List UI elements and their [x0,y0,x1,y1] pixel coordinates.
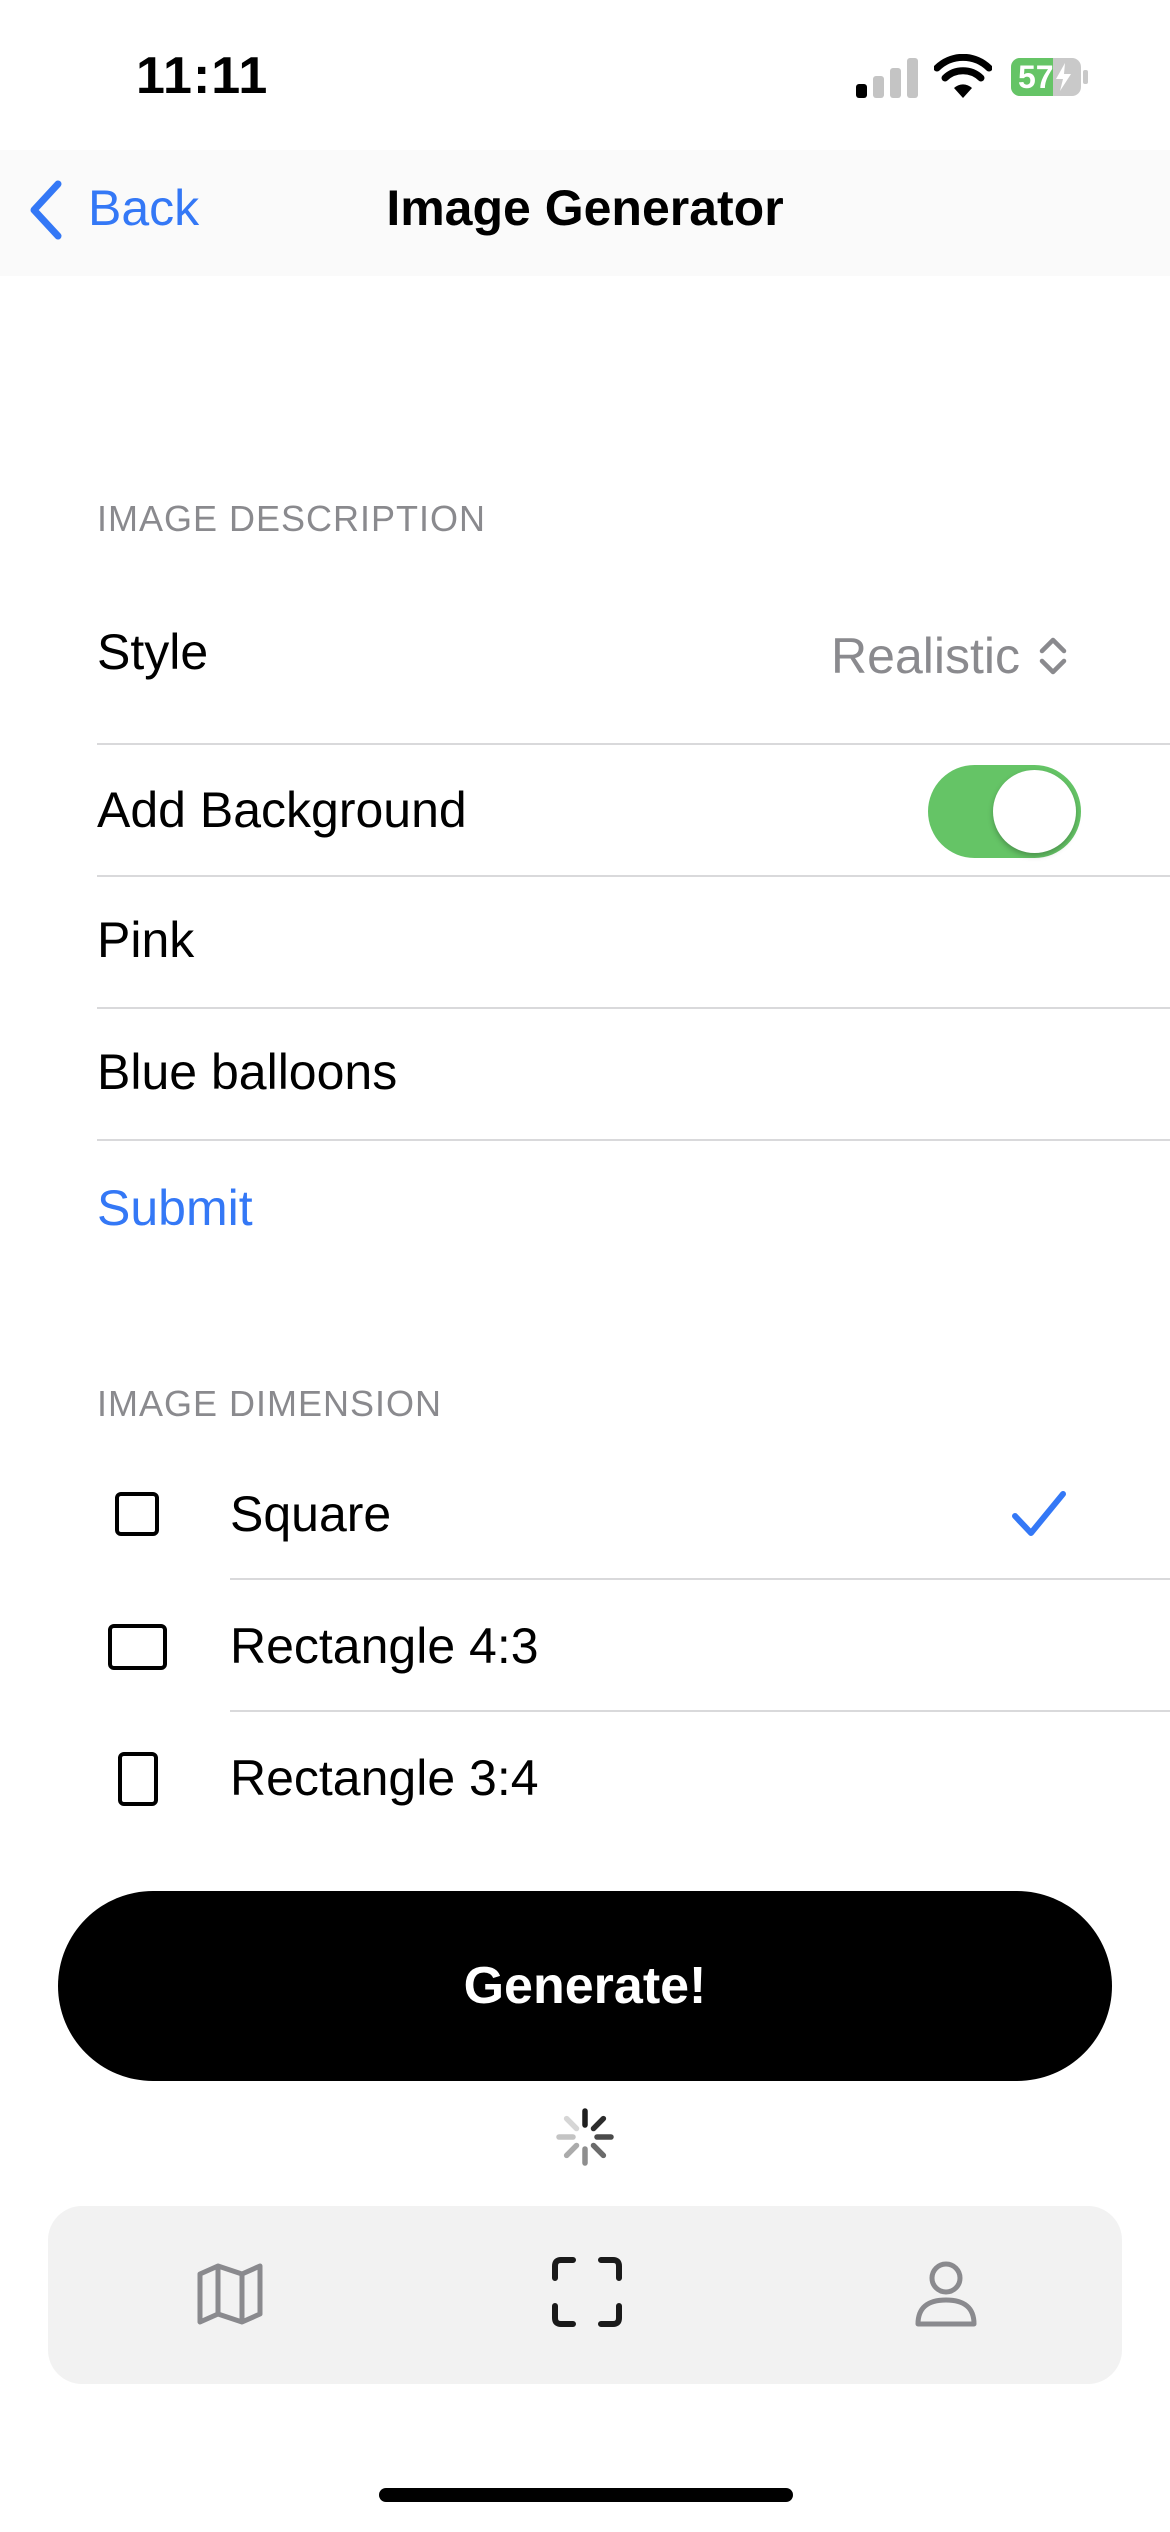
home-indicator [379,2488,793,2502]
add-background-label: Add Background [97,782,467,838]
generate-button[interactable]: Generate! [58,1891,1112,2081]
dimension-option-label: Rectangle 4:3 [230,1618,539,1674]
dimension-option-rectangle-3-4[interactable] [0,1714,1170,1844]
divider [230,1578,1170,1580]
style-value: Realistic [831,628,1020,684]
checkmark-icon [1012,1491,1066,1536]
toggle-knob [993,770,1076,853]
wifi-icon [934,54,992,98]
portrait-rectangle-icon [118,1752,158,1806]
status-time: 11:11 [136,47,269,105]
divider [230,1710,1170,1712]
battery-icon: 57 [1010,57,1090,97]
dimension-option-label: Square [230,1486,392,1542]
dimension-option-label: Rectangle 3:4 [230,1750,539,1806]
scan-frame-icon[interactable] [551,2256,623,2328]
section-header-image-dimension: IMAGE DIMENSION [97,1383,443,1424]
section-header-image-description: IMAGE DESCRIPTION [97,498,487,539]
divider [97,743,1170,745]
loading-spinner-icon [556,2108,614,2166]
cellular-signal-icon [856,58,918,98]
divider [97,1007,1170,1009]
landscape-rectangle-icon [108,1624,167,1670]
battery-level: 57 [1018,59,1054,95]
style-label: Style [97,624,209,680]
divider [97,1139,1170,1141]
chevron-up-down-icon [1039,637,1067,675]
submit-button[interactable]: Submit [97,1178,253,1238]
background-color-field[interactable]: Pink [97,910,194,970]
square-shape-icon [115,1492,159,1536]
dimension-option-square[interactable] [0,1440,1170,1580]
add-background-toggle[interactable] [928,765,1081,858]
divider [97,875,1170,877]
style-picker[interactable]: Realistic [831,626,1070,686]
map-icon[interactable] [194,2258,266,2330]
dimension-option-rectangle-4-3[interactable] [0,1582,1170,1712]
page-title: Image Generator [386,180,784,236]
person-icon[interactable] [910,2258,982,2330]
background-item-field[interactable]: Blue balloons [97,1042,397,1102]
